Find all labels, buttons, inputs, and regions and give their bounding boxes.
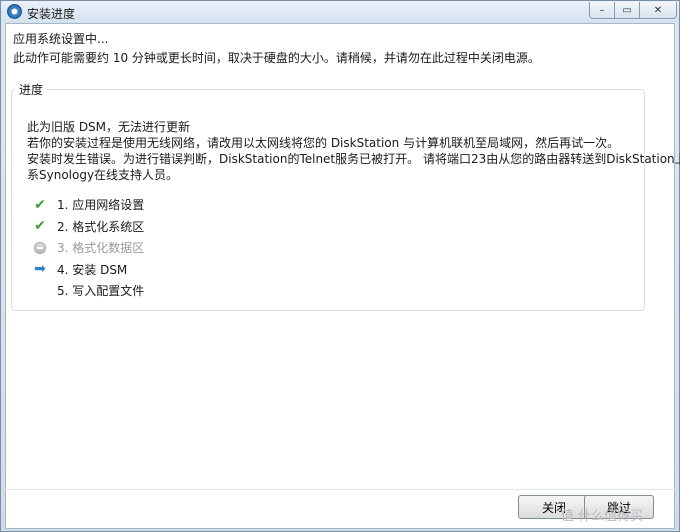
step-item: ✔ 1. 应用网络设置 (33, 194, 144, 216)
watermark: 值 什么值得买 (561, 509, 644, 524)
progress-legend: 进度 (15, 81, 48, 98)
pending-icon (33, 241, 47, 255)
error-line: 若你的安装过程是使用无线网络，请改用以太网线将您的 DiskStation 与计… (27, 136, 620, 150)
step-label: 1. 应用网络设置 (57, 198, 145, 213)
installer-window: 安装进度 – ▭ ✕ 应用系统设置中... 此动作可能需要约 10 分钟或更长时… (0, 0, 680, 532)
status-subtext: 此动作可能需要约 10 分钟或更长时间，取决于硬盘的大小。请稍候，并请勿在此过程… (13, 51, 540, 65)
error-line: 此为旧版 DSM，无法进行更新 (27, 120, 191, 134)
title-bar[interactable]: 安装进度 – ▭ ✕ (1, 1, 679, 23)
error-line: 系Synology在线支持人员。 (27, 168, 179, 182)
step-label: 5. 写入配置文件 (57, 284, 145, 299)
minimize-button[interactable]: – (589, 2, 615, 19)
maximize-button[interactable]: ▭ (614, 2, 640, 19)
step-item: ➡ 4. 安装 DSM (33, 259, 144, 281)
footer-divider (5, 489, 675, 490)
step-item: 5. 写入配置文件 (33, 280, 144, 302)
close-window-button[interactable]: ✕ (639, 2, 677, 19)
step-list: ✔ 1. 应用网络设置 ✔ 2. 格式化系统区 3. 格式化数据区 ➡ 4. 安… (33, 194, 144, 302)
check-icon: ✔ (34, 196, 46, 213)
blank-icon (33, 284, 47, 298)
step-item: 3. 格式化数据区 (33, 237, 144, 259)
check-icon: ✔ (34, 218, 46, 235)
app-icon (7, 4, 22, 19)
error-line: 安装时发生错误。为进行错误判断，DiskStation的Telnet服务已被打开… (27, 152, 680, 166)
step-label: 3. 格式化数据区 (57, 241, 145, 256)
step-label: 4. 安装 DSM (57, 262, 128, 277)
step-item: ✔ 2. 格式化系统区 (33, 216, 144, 238)
step-label: 2. 格式化系统区 (57, 219, 145, 234)
error-messages: 此为旧版 DSM，无法进行更新 若你的安装过程是使用无线网络，请改用以太网线将您… (27, 119, 680, 183)
window-title: 安装进度 (27, 7, 76, 21)
status-heading: 应用系统设置中... (13, 32, 109, 46)
arrow-icon: ➡ (34, 261, 46, 278)
